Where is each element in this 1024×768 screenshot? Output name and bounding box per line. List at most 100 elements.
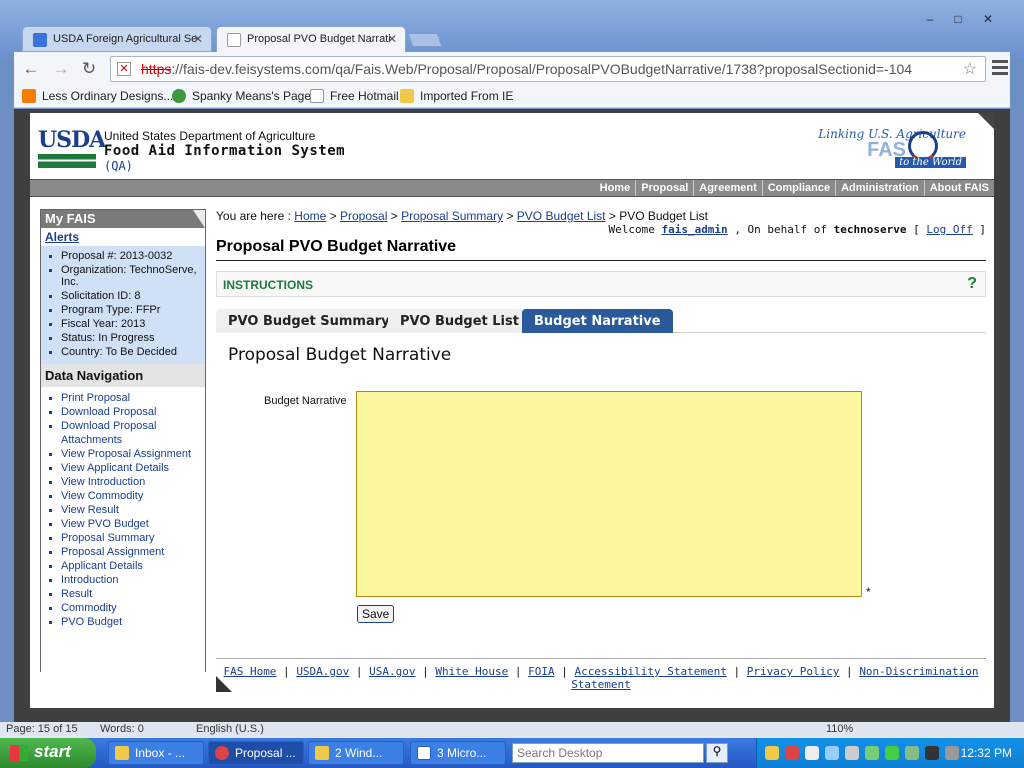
sidebar-item-print-proposal[interactable]: Print Proposal bbox=[61, 391, 201, 405]
sidebar-item-commodity[interactable]: Commodity bbox=[61, 601, 201, 615]
welcome-bar: Welcome fais_admin , On behalf of techno… bbox=[608, 223, 986, 236]
taskbar-item-inbox[interactable]: Inbox - ... bbox=[108, 741, 204, 765]
save-button[interactable]: Save bbox=[357, 605, 395, 623]
start-button[interactable]: start bbox=[0, 738, 96, 768]
sidebar-item-download-proposal[interactable]: Download Proposal bbox=[61, 405, 201, 419]
nav-agreement[interactable]: Agreement bbox=[693, 180, 761, 196]
breadcrumb-current: PVO Budget List bbox=[619, 209, 708, 223]
insecure-lock-icon[interactable]: ✕ bbox=[117, 62, 131, 76]
sidebar-item-result[interactable]: Result bbox=[61, 587, 201, 601]
taskbar-item-word[interactable]: 3 Micro... bbox=[410, 741, 506, 765]
sidebar-item-proposal-assignment[interactable]: Proposal Assignment bbox=[61, 545, 201, 559]
footer-link-accessibility[interactable]: Accessibility Statement bbox=[575, 665, 727, 678]
sidebar-item-introduction[interactable]: Introduction bbox=[61, 573, 201, 587]
bookmark-item[interactable]: Free Hotmail bbox=[310, 89, 399, 103]
site-icon bbox=[172, 89, 186, 103]
page-favicon-icon bbox=[227, 33, 241, 47]
close-window-button[interactable]: ✕ bbox=[974, 10, 1002, 28]
budget-narrative-textarea[interactable] bbox=[356, 391, 862, 597]
sidebar-item-view-commodity[interactable]: View Commodity bbox=[61, 489, 201, 503]
tray-icon[interactable] bbox=[845, 746, 859, 760]
minimize-button[interactable]: – bbox=[916, 10, 944, 28]
tray-icon[interactable] bbox=[805, 746, 819, 760]
chrome-menu-icon[interactable] bbox=[992, 60, 1008, 76]
sidebar-item-view-result[interactable]: View Result bbox=[61, 503, 201, 517]
breadcrumb-pvo-budget-list[interactable]: PVO Budget List bbox=[517, 209, 606, 223]
browser-tab-proposal[interactable]: Proposal PVO Budget Narrati ✕ bbox=[216, 26, 406, 52]
sidebar-item-view-proposal-assignment[interactable]: View Proposal Assignment bbox=[61, 447, 201, 461]
volume-icon[interactable] bbox=[945, 746, 959, 760]
nav-home[interactable]: Home bbox=[595, 180, 636, 196]
tab-title: USDA Foreign Agricultural Se bbox=[53, 33, 198, 45]
taskbar: start Inbox - ... Proposal ... 2 Wind...… bbox=[0, 738, 1024, 768]
address-bar[interactable]: ✕ https://fais-dev.feisystems.com/qa/Fais… bbox=[110, 56, 986, 82]
footer-link-usda[interactable]: USDA.gov bbox=[296, 665, 349, 678]
close-tab-icon[interactable]: ✕ bbox=[387, 32, 397, 46]
help-icon[interactable]: ? bbox=[967, 275, 977, 293]
taskbar-item-chrome[interactable]: Proposal ... bbox=[208, 741, 304, 765]
data-navigation-list: Print Proposal Download Proposal Downloa… bbox=[41, 387, 205, 683]
bookmark-label: Spanky Means's Page bbox=[192, 89, 312, 103]
close-tab-icon[interactable]: ✕ bbox=[193, 32, 203, 46]
bookmark-label: Free Hotmail bbox=[330, 89, 399, 103]
footer-link-privacy[interactable]: Privacy Policy bbox=[747, 665, 840, 678]
nav-proposal[interactable]: Proposal bbox=[635, 180, 693, 196]
bookmark-item[interactable]: Less Ordinary Designs... bbox=[22, 89, 173, 103]
tab-budget-narrative[interactable]: Budget Narrative bbox=[522, 309, 673, 333]
footer-link-white-house[interactable]: White House bbox=[435, 665, 508, 678]
info-item: Proposal #: 2013-0032 bbox=[61, 250, 201, 262]
search-icon[interactable]: ⚲ bbox=[706, 743, 728, 763]
instructions-bar[interactable]: INSTRUCTIONS ? bbox=[216, 271, 986, 297]
new-tab-button[interactable] bbox=[407, 33, 443, 47]
logoff-link[interactable]: Log Off bbox=[926, 223, 972, 236]
tab-pvo-budget-summary[interactable]: PVO Budget Summary bbox=[216, 309, 402, 333]
sidebar-item-download-attachments[interactable]: Download Proposal Attachments bbox=[61, 419, 201, 447]
nav-about[interactable]: About FAIS bbox=[923, 180, 994, 196]
taskbar-label: 2 Wind... bbox=[335, 746, 383, 760]
tray-icon[interactable] bbox=[885, 746, 899, 760]
tray-icon[interactable] bbox=[765, 746, 779, 760]
breadcrumb-home[interactable]: Home bbox=[294, 209, 326, 223]
forward-icon[interactable]: → bbox=[50, 59, 72, 79]
bookmark-folder[interactable]: Imported From IE bbox=[400, 89, 513, 103]
sidebar-item-proposal-summary[interactable]: Proposal Summary bbox=[61, 531, 201, 545]
page-viewport: USDA United States Department of Agricul… bbox=[14, 109, 1010, 722]
sidebar-item-view-applicant-details[interactable]: View Applicant Details bbox=[61, 461, 201, 475]
sidebar-item-view-introduction[interactable]: View Introduction bbox=[61, 475, 201, 489]
bookmark-star-icon[interactable]: ☆ bbox=[963, 59, 977, 79]
tray-icon[interactable] bbox=[905, 746, 919, 760]
title-bar: – □ ✕ USDA Foreign Agricultural Se ✕ Pro… bbox=[0, 0, 1024, 58]
sidebar-item-view-pvo-budget[interactable]: View PVO Budget bbox=[61, 517, 201, 531]
nav-compliance[interactable]: Compliance bbox=[761, 180, 835, 196]
info-item: Fiscal Year: 2013 bbox=[61, 318, 201, 330]
sidebar-item-pvo-budget[interactable]: PVO Budget bbox=[61, 615, 201, 629]
desktop-search-input[interactable]: Search Desktop bbox=[512, 743, 704, 763]
tray-icon[interactable] bbox=[925, 746, 939, 760]
background-word-status-bar: Page: 15 of 15 Words: 0 English (U.S.) 1… bbox=[0, 722, 1024, 738]
breadcrumb-proposal-summary[interactable]: Proposal Summary bbox=[401, 209, 503, 223]
alerts-link[interactable]: Alerts bbox=[41, 228, 205, 246]
taskbar-label: Inbox - ... bbox=[135, 746, 186, 760]
fas-sub: to the World bbox=[895, 157, 966, 168]
reload-icon[interactable]: ↻ bbox=[78, 59, 100, 79]
back-icon[interactable]: ← bbox=[20, 59, 42, 79]
start-label: start bbox=[34, 742, 71, 761]
browser-tab-usda[interactable]: USDA Foreign Agricultural Se ✕ bbox=[22, 26, 212, 52]
breadcrumb-proposal[interactable]: Proposal bbox=[340, 209, 387, 223]
tab-pvo-budget-list[interactable]: PVO Budget List bbox=[388, 309, 531, 333]
footer-link-foia[interactable]: FOIA bbox=[528, 665, 555, 678]
page-footer: FAS Home | USDA.gov | USA.gov | White Ho… bbox=[216, 658, 986, 691]
footer-link-usa[interactable]: USA.gov bbox=[369, 665, 415, 678]
bookmark-item[interactable]: Spanky Means's Page bbox=[172, 89, 311, 103]
nav-administration[interactable]: Administration bbox=[835, 180, 924, 196]
sidebar-item-applicant-details[interactable]: Applicant Details bbox=[61, 559, 201, 573]
usda-logo: USDA bbox=[38, 127, 106, 169]
maximize-button[interactable]: □ bbox=[944, 10, 972, 28]
user-link[interactable]: fais_admin bbox=[661, 223, 727, 236]
tray-icon[interactable] bbox=[865, 746, 879, 760]
tray-icon[interactable] bbox=[785, 746, 799, 760]
word-zoom: 110% bbox=[826, 723, 854, 735]
taskbar-item-explorer[interactable]: 2 Wind... bbox=[308, 741, 404, 765]
proposal-info-list: Proposal #: 2013-0032 Organization: Tech… bbox=[41, 246, 205, 364]
tray-icon[interactable] bbox=[825, 746, 839, 760]
